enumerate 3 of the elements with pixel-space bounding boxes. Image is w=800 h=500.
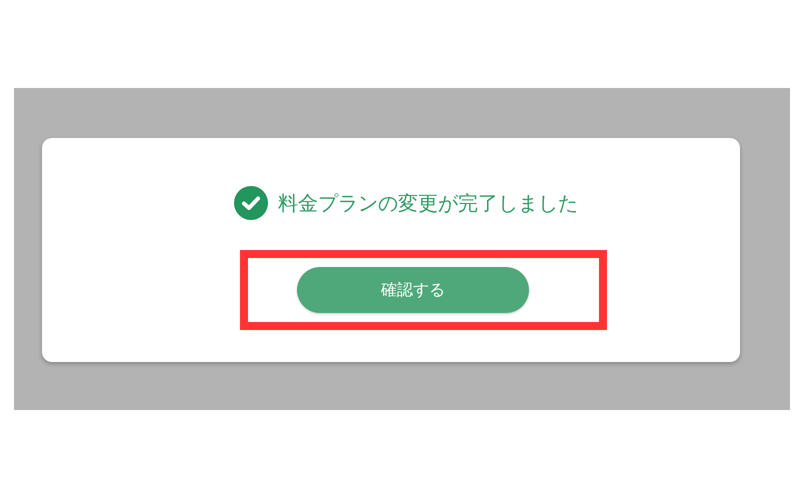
confirm-button[interactable]: 確認する bbox=[297, 267, 529, 313]
check-circle-icon bbox=[234, 186, 268, 220]
success-message: 料金プランの変更が完了しました bbox=[278, 190, 578, 216]
